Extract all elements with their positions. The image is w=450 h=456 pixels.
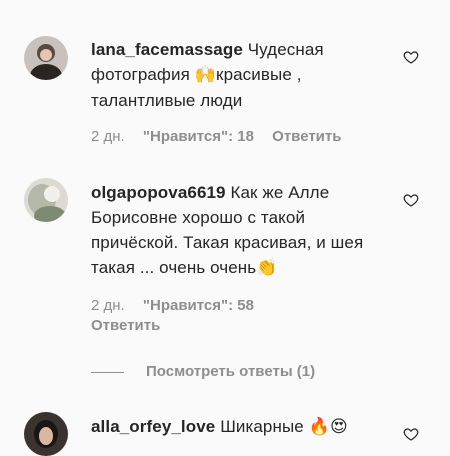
fire-heart-eyes-emoji: 🔥😍 xyxy=(308,417,348,437)
clapping-hands-emoji: 👏 xyxy=(256,258,278,278)
comment-time[interactable]: 2 дн. xyxy=(91,297,125,314)
view-replies-label: Посмотреть ответы (1) xyxy=(146,363,316,380)
comment-text: alla_orfey_love Шикарные 🔥😍 xyxy=(91,414,391,440)
comment-text: olgapopova6619 Как же Алле Борисовне хор… xyxy=(91,180,397,281)
comment-likes[interactable]: "Нравится": 18 xyxy=(143,128,254,145)
heart-icon[interactable] xyxy=(403,426,419,442)
comment-likes[interactable]: "Нравится": 58 xyxy=(143,297,254,314)
avatar[interactable] xyxy=(24,36,68,80)
comment-username[interactable]: alla_orfey_love xyxy=(91,417,215,436)
comment-username[interactable]: lana_facemassage xyxy=(91,40,243,59)
avatar[interactable] xyxy=(24,178,68,222)
comment-meta: 2 дн. "Нравится": 58 Ответить xyxy=(91,296,291,336)
heart-icon[interactable] xyxy=(403,192,419,208)
divider-line xyxy=(91,371,124,373)
view-replies-button[interactable]: Посмотреть ответы (1) xyxy=(91,362,315,382)
comment-body: Шикарные xyxy=(220,417,309,436)
reply-button[interactable]: Ответить xyxy=(91,317,160,334)
comment-meta: 2 дн. "Нравится": 18 Ответить xyxy=(91,127,355,147)
raised-hands-emoji: 🙌 xyxy=(194,65,217,85)
heart-icon[interactable] xyxy=(403,49,419,65)
reply-button[interactable]: Ответить xyxy=(272,128,341,145)
comment-username[interactable]: olgapopova6619 xyxy=(91,183,226,202)
comment-text: lana_facemassage Чудесная фотография 🙌кр… xyxy=(91,37,391,113)
comment-time[interactable]: 2 дн. xyxy=(91,128,125,145)
avatar[interactable] xyxy=(24,412,68,456)
